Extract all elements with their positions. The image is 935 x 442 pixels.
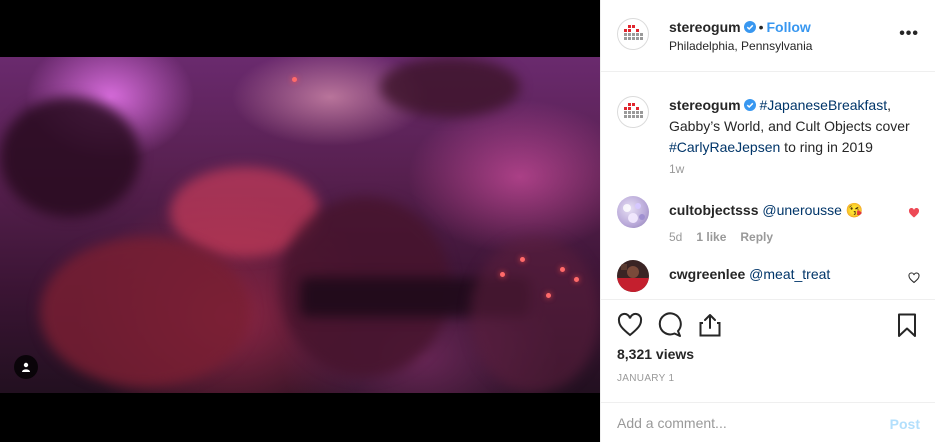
stage-light <box>574 277 579 282</box>
comment-age[interactable]: 5d <box>669 230 682 244</box>
separator-dot: • <box>758 19 764 35</box>
comment-bubble-icon <box>658 312 682 337</box>
caption-text: to ring in 2019 <box>780 139 873 155</box>
arm-silhouette <box>380 57 520 117</box>
avatar[interactable] <box>617 196 649 228</box>
comment-composer: Post <box>601 402 935 442</box>
stage-light <box>292 77 297 82</box>
hashtag-link[interactable]: #CarlyRaeJepsen <box>669 139 780 155</box>
save-button[interactable] <box>894 312 920 338</box>
comment-avatar-image <box>617 264 649 292</box>
avatar[interactable] <box>617 260 649 292</box>
post-media[interactable] <box>0 0 600 442</box>
stereogum-logo-icon <box>624 25 643 40</box>
post-actions <box>617 312 920 340</box>
verified-badge-icon <box>743 99 756 111</box>
post-comment-button[interactable]: Post <box>890 416 920 432</box>
share-button[interactable] <box>697 312 723 338</box>
post-caption: stereogum #JapaneseBreakfast, Gabby’s Wo… <box>669 95 919 158</box>
crowd-silhouette <box>0 97 140 217</box>
comment-username[interactable]: cwgreenlee <box>669 266 745 282</box>
comment-button[interactable] <box>657 312 683 338</box>
heart-outline-icon <box>617 312 643 337</box>
bookmark-icon <box>898 313 916 337</box>
stage-light <box>500 272 505 277</box>
avatar[interactable] <box>617 18 649 50</box>
comment-likes[interactable]: 1 like <box>696 230 726 244</box>
stage-light <box>546 293 551 298</box>
comment-input[interactable] <box>617 415 867 431</box>
share-upload-icon <box>699 314 721 337</box>
comment-avatar-image <box>623 203 645 223</box>
stage-light <box>520 257 525 262</box>
video-player[interactable] <box>0 57 600 393</box>
crowd-silhouette <box>470 237 600 393</box>
like-button[interactable] <box>617 312 643 338</box>
heart-outline-icon[interactable] <box>908 272 920 284</box>
hashtag-link[interactable]: #JapaneseBreakfast <box>759 97 887 113</box>
crowd-silhouette <box>40 237 250 387</box>
post-date[interactable]: JANUARY 1 <box>617 373 674 384</box>
tagged-users-icon[interactable] <box>14 355 38 379</box>
stereogum-logo-icon <box>624 103 643 118</box>
avatar[interactable] <box>617 96 649 128</box>
follow-button[interactable]: Follow <box>766 19 810 35</box>
mention-link[interactable]: @unerousse <box>762 202 842 218</box>
heart-filled-icon[interactable] <box>908 207 920 219</box>
post-side-panel: stereogum • Follow Philadelphia, Pennsylva… <box>600 0 935 442</box>
post-username[interactable]: stereogum <box>669 19 741 35</box>
mention-link[interactable]: @meat_treat <box>749 266 830 282</box>
comment-emoji: 😘 <box>845 202 864 218</box>
caption-timestamp[interactable]: 1w <box>669 162 684 176</box>
verified-badge-icon <box>743 21 756 33</box>
post-location[interactable]: Philadelphia, Pennsylvania <box>669 39 812 53</box>
comment-username[interactable]: cultobjectsss <box>669 202 758 218</box>
stage-light <box>560 267 565 272</box>
more-options-icon[interactable]: ••• <box>899 26 919 42</box>
comment-item: cultobjectsss @unerousse 😘 5d 1 like Reply <box>617 196 920 256</box>
comment-item: cwgreenlee @meat_treat <box>617 260 920 299</box>
reply-button[interactable]: Reply <box>740 230 773 244</box>
comments-list[interactable]: stereogum #JapaneseBreakfast, Gabby’s Wo… <box>601 72 935 300</box>
caption-username[interactable]: stereogum <box>669 97 741 113</box>
post-header: stereogum • Follow Philadelphia, Pennsylva… <box>601 0 935 72</box>
view-count[interactable]: 8,321 views <box>617 346 694 362</box>
